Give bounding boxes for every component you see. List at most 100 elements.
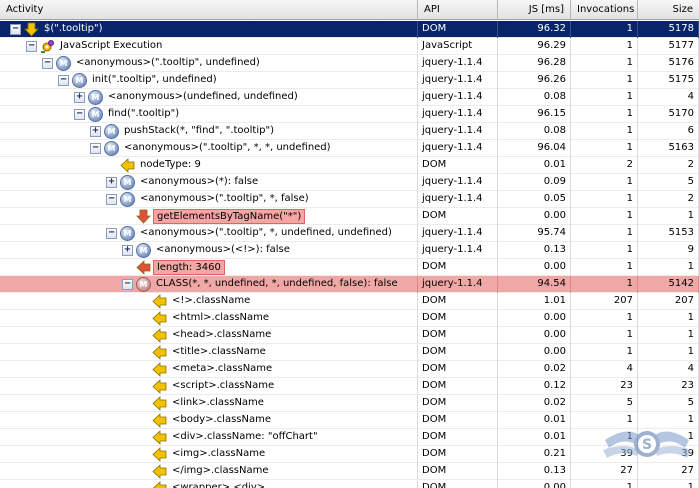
- activity-cell: − M <anonymous>(".tooltip", *, undefined, …: [0, 225, 418, 242]
- invocations-cell: 4: [571, 361, 638, 378]
- activity-cell: − Mfind(".tooltip"): [0, 106, 418, 123]
- api-cell: DOM: [418, 259, 498, 276]
- tree-row[interactable]: <wrapper>.<div> DOM 0.00 1 1: [0, 480, 699, 488]
- api-cell: JavaScript: [418, 38, 498, 55]
- expand-toggle-icon[interactable]: +: [90, 126, 101, 137]
- size-cell: 1: [638, 412, 699, 429]
- activity-label: <anonymous>(".tooltip", undefined): [76, 57, 260, 68]
- tree-row[interactable]: <script>.className DOM 0.12 23 23: [0, 378, 699, 395]
- activity-label: CLASS(*, *, undefined, *, undefined, fal…: [156, 278, 398, 289]
- tree-row[interactable]: − Mfind(".tooltip") jquery-1.1.4 96.15 1 5170: [0, 106, 699, 123]
- size-cell: 27: [638, 463, 699, 480]
- js-ms-cell: 0.01: [498, 412, 571, 429]
- api-cell: DOM: [418, 463, 498, 480]
- column-api[interactable]: API: [418, 0, 498, 20]
- tree-row[interactable]: length: 3460 DOM 0.00 1 1: [0, 259, 699, 276]
- api-cell: DOM: [418, 327, 498, 344]
- tree-row[interactable]: </img>.className DOM 0.13 27 27: [0, 463, 699, 480]
- api-cell: jquery-1.1.4: [418, 140, 498, 157]
- invocations-cell: 1: [571, 38, 638, 55]
- api-cell: jquery-1.1.4: [418, 191, 498, 208]
- collapse-toggle-icon[interactable]: −: [90, 143, 101, 154]
- size-cell: 1: [638, 208, 699, 225]
- js-ms-cell: 0.00: [498, 259, 571, 276]
- expand-toggle-icon[interactable]: +: [106, 177, 117, 188]
- tree-row[interactable]: <meta>.className DOM 0.02 4 4: [0, 361, 699, 378]
- invocations-cell: 1: [571, 480, 638, 488]
- tree-row[interactable]: − M <anonymous>(".tooltip", *, *, undefine…: [0, 140, 699, 157]
- tree-row[interactable]: nodeType: 9 DOM 0.01 2 2: [0, 157, 699, 174]
- js-ms-cell: 0.01: [498, 157, 571, 174]
- collapse-toggle-icon[interactable]: −: [10, 24, 21, 35]
- column-header: Activity API JS [ms] Invocations Size: [0, 0, 699, 20]
- size-cell: 5: [638, 174, 699, 191]
- tree-row[interactable]: <div>.className: "offChart" DOM 0.01 1 1: [0, 429, 699, 446]
- activity-label: pushStack(*, "find", ".tooltip"): [124, 125, 274, 136]
- tree-row[interactable]: <title>.className DOM 0.00 1 1: [0, 344, 699, 361]
- tree-row[interactable]: − JavaScript Execution JavaScript 96.29 1 517…: [0, 38, 699, 55]
- api-cell: DOM: [418, 21, 498, 38]
- collapse-toggle-icon[interactable]: −: [106, 228, 117, 239]
- column-js-ms[interactable]: JS [ms]: [498, 0, 571, 20]
- activity-label: getElementsByTagName("*"): [153, 209, 306, 224]
- invocations-cell: 39: [571, 446, 638, 463]
- method-icon: M: [120, 175, 135, 190]
- activity-label: <anonymous>(undefined, undefined): [108, 91, 298, 102]
- collapse-toggle-icon[interactable]: −: [26, 41, 37, 52]
- js-ms-cell: 0.00: [498, 480, 571, 488]
- js-ms-cell: 96.29: [498, 38, 571, 55]
- activity-label: <meta>.className: [172, 363, 273, 374]
- invocations-cell: 1: [571, 72, 638, 89]
- activity-cell: <head>.className: [0, 327, 418, 344]
- expand-toggle-icon[interactable]: +: [74, 92, 85, 103]
- expand-toggle-icon[interactable]: +: [122, 245, 133, 256]
- tree-row[interactable]: + M <anonymous>(*): false jquery-1.1.4 0.09 1…: [0, 174, 699, 191]
- js-ms-cell: 95.74: [498, 225, 571, 242]
- activity-label: <title>.className: [172, 346, 266, 357]
- activity-cell: − M CLASS(*, *, undefined, *, undefined, f…: [0, 276, 418, 293]
- api-cell: jquery-1.1.4: [418, 174, 498, 191]
- invocations-cell: 1: [571, 55, 638, 72]
- api-cell: DOM: [418, 344, 498, 361]
- collapse-toggle-icon[interactable]: −: [42, 58, 53, 69]
- tree-row[interactable]: − M <anonymous>(".tooltip", undefined) jque…: [0, 55, 699, 72]
- api-cell: jquery-1.1.4: [418, 276, 498, 293]
- invocations-cell: 1: [571, 21, 638, 38]
- tree-row[interactable]: <body>.className DOM 0.01 1 1: [0, 412, 699, 429]
- tree-row[interactable]: <!>.className DOM 1.01 207 207: [0, 293, 699, 310]
- size-cell: 5176: [638, 55, 699, 72]
- tree-row[interactable]: getElementsByTagName("*") DOM 0.00 1 1: [0, 208, 699, 225]
- tree-row[interactable]: <link>.className DOM 0.02 5 5: [0, 395, 699, 412]
- column-activity[interactable]: Activity: [0, 0, 418, 20]
- tree-row[interactable]: − Minit(".tooltip", undefined) jquery-1.1.…: [0, 72, 699, 89]
- tree-row[interactable]: <html>.className DOM 0.00 1 1: [0, 310, 699, 327]
- activity-label: length: 3460: [153, 260, 225, 275]
- invocations-cell: 1: [571, 123, 638, 140]
- invocations-cell: 1: [571, 344, 638, 361]
- tree-row[interactable]: + M <anonymous>(<!>): false jquery-1.1.4 0.1…: [0, 242, 699, 259]
- column-invocations[interactable]: Invocations: [571, 0, 638, 20]
- activity-label: <link>.className: [172, 397, 264, 408]
- tree-row[interactable]: − M <anonymous>(".tooltip", *, false) jquer…: [0, 191, 699, 208]
- column-size[interactable]: Size: [638, 0, 699, 20]
- tree-row[interactable]: + M <anonymous>(undefined, undefined) jquer…: [0, 89, 699, 106]
- tree-row[interactable]: − $(".tooltip") DOM 96.32 1 5178: [0, 21, 699, 38]
- arrow-left-icon: [136, 260, 151, 275]
- tree-row[interactable]: − M CLASS(*, *, undefined, *, undefined, f…: [0, 276, 699, 293]
- collapse-toggle-icon[interactable]: −: [58, 75, 69, 86]
- size-cell: 1: [638, 480, 699, 488]
- method-icon: M: [88, 107, 103, 122]
- tree-row[interactable]: <head>.className DOM 0.00 1 1: [0, 327, 699, 344]
- collapse-toggle-icon[interactable]: −: [106, 194, 117, 205]
- invocations-cell: 1: [571, 174, 638, 191]
- js-ms-cell: 0.00: [498, 327, 571, 344]
- activity-cell: − M <anonymous>(".tooltip", *, false): [0, 191, 418, 208]
- tree-row[interactable]: + MpushStack(*, "find", ".tooltip") jquery…: [0, 123, 699, 140]
- js-ms-cell: 0.21: [498, 446, 571, 463]
- activity-cell: <wrapper>.<div>: [0, 480, 418, 488]
- collapse-toggle-icon[interactable]: −: [122, 279, 133, 290]
- tree-row[interactable]: <img>.className DOM 0.21 39 39: [0, 446, 699, 463]
- activity-label: <img>.className: [172, 448, 266, 459]
- collapse-toggle-icon[interactable]: −: [74, 109, 85, 120]
- tree-row[interactable]: − M <anonymous>(".tooltip", *, undefined, …: [0, 225, 699, 242]
